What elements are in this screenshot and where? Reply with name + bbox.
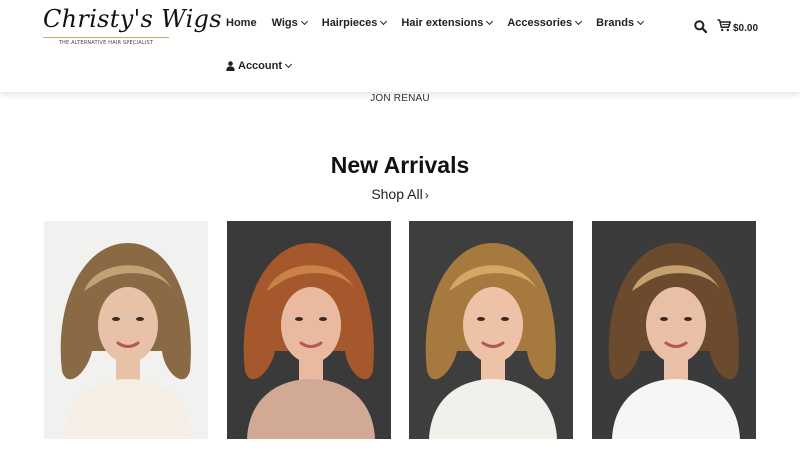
cart-total: $0.00 bbox=[733, 22, 759, 34]
logo-wordmark: Christy's Wigs bbox=[43, 5, 222, 33]
product-image bbox=[44, 221, 208, 439]
nav-item-hairpieces[interactable]: Hairpieces bbox=[321, 17, 388, 29]
nav-item-hair-extensions[interactable]: Hair extensions bbox=[401, 17, 494, 29]
nav-item-label: Hair extensions bbox=[401, 17, 484, 29]
account-menu[interactable]: Account bbox=[226, 60, 293, 72]
chevron-right-icon: › bbox=[424, 188, 429, 202]
nav-item-accessories[interactable]: Accessories bbox=[507, 17, 583, 29]
section-title: New Arrivals bbox=[330, 152, 470, 178]
product-card[interactable] bbox=[44, 221, 208, 439]
product-image bbox=[409, 221, 573, 439]
shop-all-link[interactable]: Shop All › bbox=[0, 186, 800, 202]
shop-all-label: Shop All bbox=[371, 186, 423, 202]
site-header: Christy's Wigs THE ALTERNATIVE HAIR SPEC… bbox=[0, 0, 800, 92]
nav-item-home[interactable]: Home bbox=[226, 17, 257, 29]
chevron-down-icon bbox=[637, 17, 645, 26]
nav-item-label: Home bbox=[226, 17, 257, 29]
chevron-down-icon bbox=[380, 17, 388, 26]
logo-tagline: THE ALTERNATIVE HAIR SPECIALIST bbox=[58, 40, 154, 46]
product-card[interactable] bbox=[227, 221, 391, 439]
nav-item-label: Brands bbox=[596, 17, 635, 29]
logo-rule bbox=[43, 37, 169, 38]
search-icon[interactable] bbox=[694, 18, 708, 34]
logo[interactable]: Christy's Wigs THE ALTERNATIVE HAIR SPEC… bbox=[43, 4, 222, 46]
nav-item-label: Hairpieces bbox=[321, 17, 378, 29]
nav-item-label: Accessories bbox=[507, 17, 573, 29]
product-card[interactable] bbox=[409, 221, 573, 439]
user-icon bbox=[226, 61, 235, 71]
chevron-down-icon bbox=[300, 17, 308, 26]
nav-item-label: Wigs bbox=[271, 17, 298, 29]
product-image bbox=[227, 221, 391, 439]
product-card[interactable] bbox=[592, 221, 756, 439]
nav-item-wigs[interactable]: Wigs bbox=[271, 17, 308, 29]
product-image bbox=[592, 221, 756, 439]
nav-item-brands[interactable]: Brands bbox=[596, 17, 645, 29]
main-nav: Home Wigs Hairpieces Hair extensions Acc… bbox=[226, 17, 658, 29]
account-label: Account bbox=[238, 60, 282, 72]
brand-link[interactable]: JON RENAU bbox=[0, 93, 800, 104]
chevron-down-icon bbox=[486, 17, 494, 26]
chevron-down-icon bbox=[284, 60, 293, 69]
chevron-down-icon bbox=[575, 17, 583, 26]
cart-icon bbox=[717, 17, 731, 36]
cart-button[interactable]: $0.00 bbox=[717, 17, 758, 36]
